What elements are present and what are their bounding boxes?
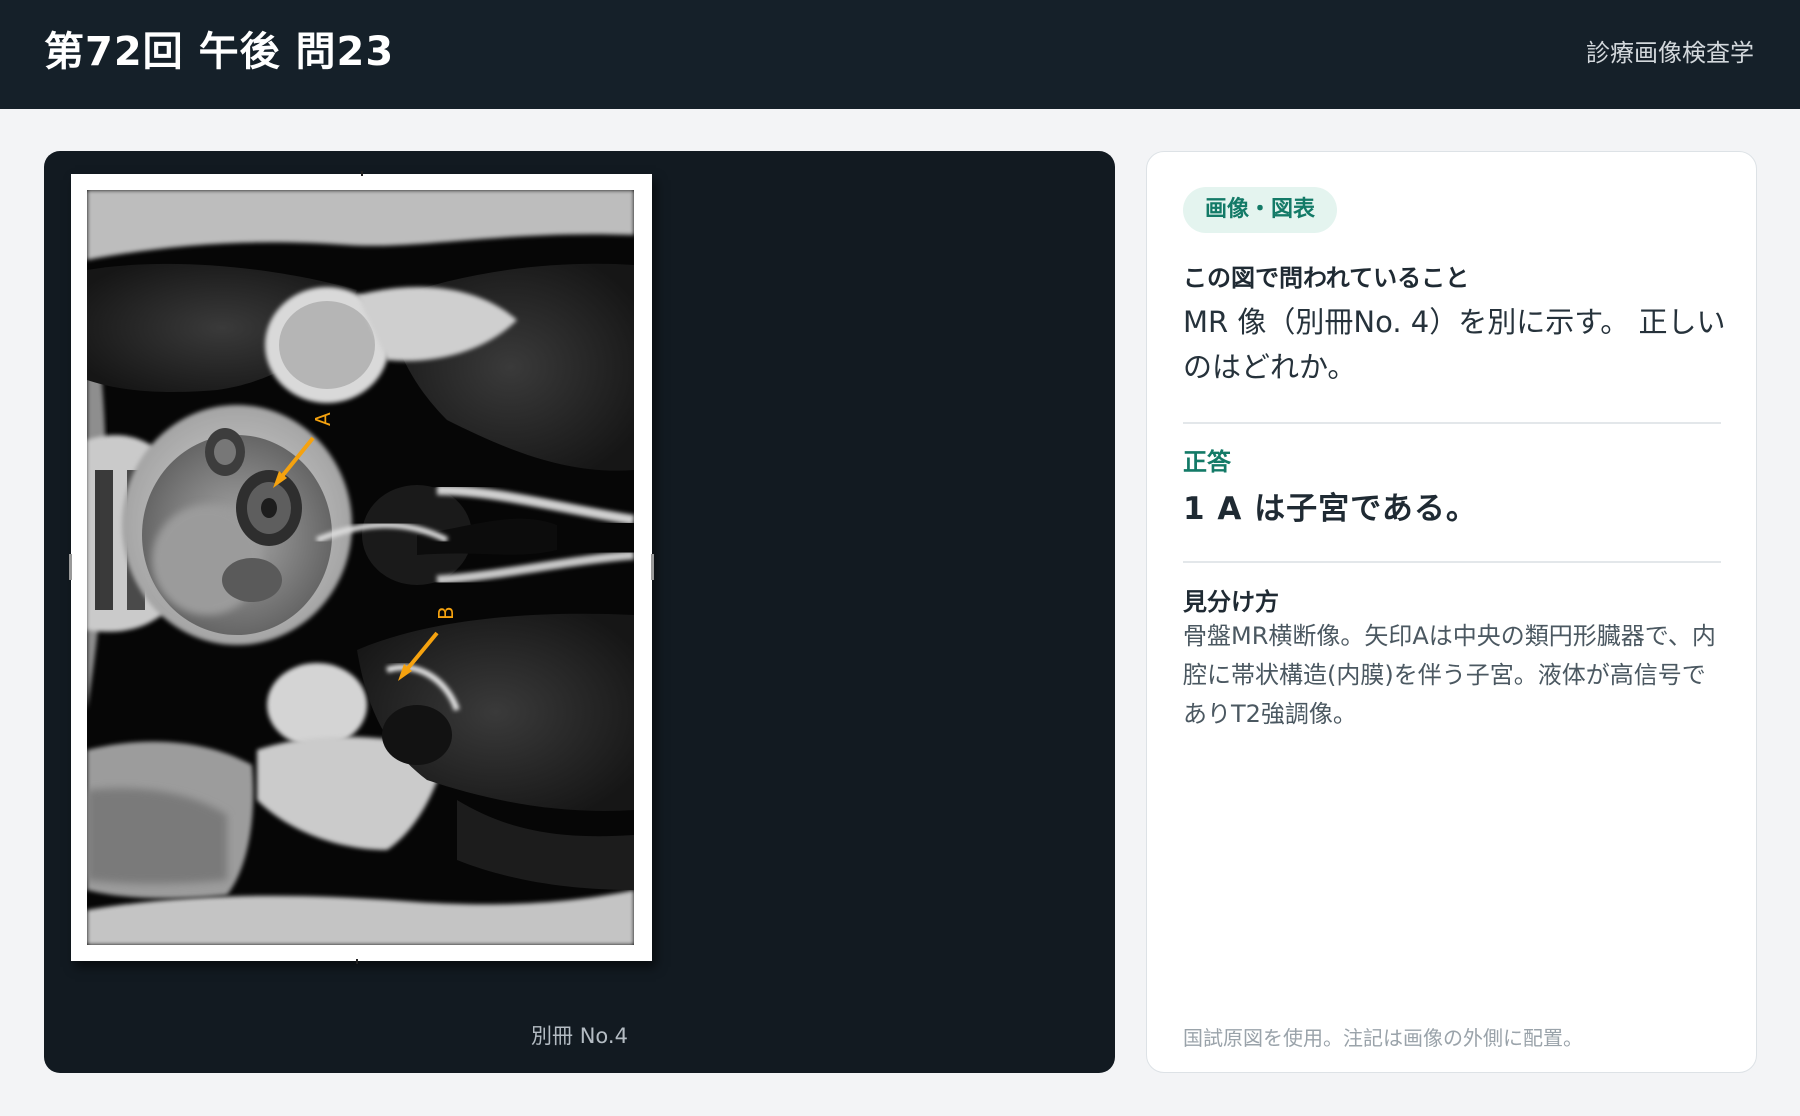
question-text: MR 像（別冊No. 4）を別に示す。 正しいのはどれか。 (1183, 305, 1726, 384)
crop-mark (361, 171, 363, 176)
answer-text: 1 A は子宮である。 (1183, 491, 1478, 527)
divider (1183, 561, 1721, 563)
exam-image-sheet: A B (69, 171, 654, 964)
image-viewer: A B 別冊 No.4 (44, 151, 1115, 1073)
category-badge: 画像・図表 (1183, 187, 1338, 233)
divider (1183, 422, 1721, 424)
top-bar: 第72回 午後 問23 診療画像検査学 (0, 0, 1800, 109)
crop-mark (356, 959, 358, 964)
howto-label: 見分け方 (1183, 588, 1279, 616)
footnote: 国試原図を使用。注記は画像の外側に配置。 (1183, 1026, 1583, 1050)
mri-image: A B (87, 190, 634, 945)
explanation-panel: 画像・図表 この図で問われていること MR 像（別冊No. 4）を別に示す。 正… (1146, 151, 1757, 1073)
arrow-label-b: B (434, 606, 458, 620)
crop-mark (651, 554, 654, 580)
arrow-label-a: A (311, 412, 335, 426)
question-label: この図で問われていること (1183, 264, 1470, 292)
image-caption: 別冊 No.4 (531, 1024, 628, 1048)
howto-text: 骨盤MR横断像。矢印Aは中央の類円形臓器で、内腔に帯状構造(内膜)を伴う子宮。液… (1183, 622, 1716, 728)
subject-label: 診療画像検査学 (1586, 39, 1754, 67)
crop-mark (69, 554, 72, 580)
mri-pelvis-axial: A B (87, 190, 634, 945)
page-title: 第72回 午後 問23 (44, 28, 395, 75)
answer-label: 正答 (1183, 448, 1231, 476)
